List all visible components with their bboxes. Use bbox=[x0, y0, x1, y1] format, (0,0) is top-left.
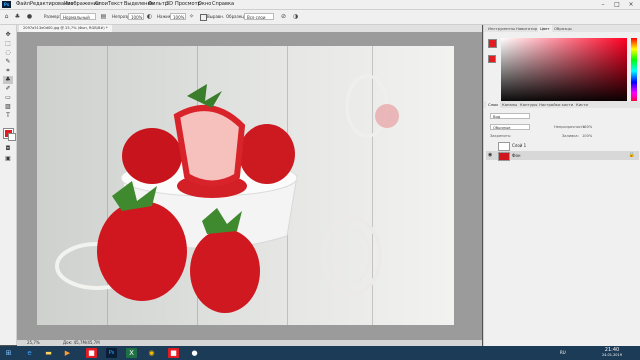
layer-thumbnail bbox=[498, 152, 510, 161]
strawberries-photo bbox=[55, 74, 399, 313]
menu-bar: Ps Файл Редактирование Изображение Слои … bbox=[0, 0, 640, 10]
clone-stamp-icon[interactable]: ♣ bbox=[14, 13, 21, 20]
tab-tools[interactable]: Инструменты bbox=[486, 25, 517, 32]
move-icon[interactable]: ✥ bbox=[3, 31, 13, 39]
marquee-icon[interactable]: ⬚ bbox=[3, 40, 13, 48]
tools-panel: ✥ ⬚ ◌ ✎ ⌗ ♣ ✐ ▭ ▨ T ◘ ▣ bbox=[0, 25, 17, 345]
menu-layers[interactable]: Слои bbox=[95, 1, 108, 8]
clock[interactable]: 21:40 24.01.2019 bbox=[602, 348, 622, 358]
obs-icon[interactable]: ● bbox=[189, 348, 200, 358]
eye-icon[interactable]: ◉ bbox=[488, 152, 492, 159]
align-checkbox[interactable] bbox=[200, 14, 207, 21]
color-panel-tabs: Инструменты Навигатор Цвет Образцы bbox=[484, 25, 640, 32]
opacity-panel-value[interactable]: 100% bbox=[582, 125, 592, 129]
gradient-icon[interactable]: ▨ bbox=[3, 103, 13, 111]
blend-mode-select[interactable]: Обычные bbox=[490, 124, 530, 130]
excel-icon[interactable]: X bbox=[126, 348, 137, 358]
photoshop-logo: Ps bbox=[2, 1, 11, 8]
tab-swatches[interactable]: Образцы bbox=[552, 25, 574, 32]
paint-icon[interactable]: ■ bbox=[86, 348, 97, 358]
lock-icon: 🔒 bbox=[628, 152, 635, 158]
menu-filter[interactable]: Фильтр bbox=[148, 1, 168, 8]
layer-row[interactable]: Слой 1 bbox=[486, 141, 639, 151]
start-icon[interactable]: ⊞ bbox=[3, 348, 14, 358]
layer-thumbnail bbox=[498, 142, 510, 151]
media-icon[interactable]: ▶ bbox=[62, 348, 73, 358]
tab-color[interactable]: Цвет bbox=[538, 25, 552, 32]
color-alert-swatch[interactable] bbox=[488, 55, 496, 63]
quick-select-icon[interactable]: ✎ bbox=[3, 58, 13, 66]
tab-brush-settings[interactable]: Настройки кисти bbox=[537, 101, 575, 108]
layer-filter-select[interactable]: Вид bbox=[490, 113, 530, 119]
pressure-size-icon[interactable]: ◑ bbox=[292, 13, 299, 20]
type-icon[interactable]: T bbox=[3, 112, 13, 120]
image-canvas[interactable] bbox=[37, 46, 454, 325]
chrome-icon[interactable]: ◉ bbox=[146, 348, 157, 358]
background-color-swatch[interactable] bbox=[8, 133, 16, 141]
layer-row-selected[interactable]: ◉ Фон 🔒 bbox=[486, 151, 639, 161]
align-label: Выравн. bbox=[207, 14, 225, 19]
explorer-icon[interactable]: ▬ bbox=[43, 348, 54, 358]
options-bar: ⌂ ♣ ● Размер: Нормальный ▤ Непрозр.: 100… bbox=[0, 10, 640, 25]
lock-label: Закрепить: bbox=[490, 134, 512, 138]
close-icon[interactable]: × bbox=[624, 0, 638, 9]
layers-panel-tabs: Слои Каналы Контуры Настройки кисти Кист… bbox=[484, 101, 640, 108]
pressure-opacity-icon[interactable]: ◐ bbox=[146, 13, 153, 20]
menu-help[interactable]: Справка bbox=[212, 1, 234, 8]
crop-icon[interactable]: ⌗ bbox=[3, 67, 13, 75]
menu-text[interactable]: Текст bbox=[108, 1, 123, 8]
quick-mask-icon[interactable]: ◘ bbox=[3, 145, 13, 153]
lasso-icon[interactable]: ◌ bbox=[3, 49, 13, 57]
ignore-adjust-icon[interactable]: ⊘ bbox=[280, 13, 287, 20]
tab-navigator[interactable]: Навигатор bbox=[514, 25, 539, 32]
windows-taskbar: ⊞ e ▬ ▶ ■ Ps X ◉ ■ ● RU 21:40 24.01.2019 bbox=[0, 346, 640, 360]
sample-label: Образец: bbox=[226, 14, 246, 19]
menu-file[interactable]: Файл bbox=[16, 1, 30, 8]
tab-layers[interactable]: Слои bbox=[486, 101, 500, 108]
ie-icon[interactable]: e bbox=[24, 348, 35, 358]
menu-view[interactable]: Просмотр bbox=[175, 1, 201, 8]
hue-slider[interactable] bbox=[631, 38, 637, 104]
fill-value[interactable]: 100% bbox=[582, 134, 592, 138]
size-label: Размер: bbox=[44, 14, 61, 19]
language-indicator[interactable]: RU bbox=[560, 350, 566, 355]
brush-toggle-icon[interactable]: ▤ bbox=[100, 13, 107, 20]
menu-3d[interactable]: 3D bbox=[166, 1, 173, 8]
screen-mode-icon[interactable]: ▣ bbox=[3, 155, 13, 163]
brush-preset-icon[interactable]: ● bbox=[26, 13, 33, 20]
opacity-input[interactable]: 100% bbox=[128, 13, 144, 20]
clone-stamp-tool-icon[interactable]: ♣ bbox=[3, 76, 13, 84]
layer-name: Фон bbox=[512, 153, 521, 158]
maximize-icon[interactable]: □ bbox=[610, 0, 624, 9]
document-tabbar: 2097a513e0d00.jpg @ 25,7% (Фон, RGB/8#) … bbox=[17, 25, 482, 32]
eraser-icon[interactable]: ▭ bbox=[3, 94, 13, 102]
menu-window[interactable]: Окно bbox=[198, 1, 211, 8]
home-icon[interactable]: ⌂ bbox=[3, 13, 10, 20]
tab-channels[interactable]: Каналы bbox=[500, 101, 519, 108]
fill-label: Заливка: bbox=[562, 134, 579, 138]
clock-date: 24.01.2019 bbox=[601, 353, 622, 357]
right-panels: Инструменты Навигатор Цвет Образцы Слои … bbox=[483, 25, 640, 346]
color-picker-field[interactable] bbox=[501, 38, 627, 104]
airbrush-icon[interactable]: ✧ bbox=[188, 13, 195, 20]
tab-brushes[interactable]: Кисти bbox=[574, 101, 590, 108]
sample-select[interactable]: Все слои bbox=[244, 13, 274, 20]
document-tab[interactable]: 2097a513e0d00.jpg @ 25,7% (Фон, RGB/8#) … bbox=[19, 25, 112, 32]
color-fg-swatch[interactable] bbox=[488, 39, 497, 48]
layer-name: Слой 1 bbox=[512, 143, 527, 148]
flow-input[interactable]: 100% bbox=[170, 13, 186, 20]
minimize-icon[interactable]: – bbox=[596, 0, 610, 9]
brush-icon[interactable]: ✐ bbox=[3, 85, 13, 93]
photoshop-icon[interactable]: Ps bbox=[106, 348, 117, 358]
paint-icon[interactable]: ■ bbox=[168, 348, 179, 358]
size-select[interactable]: Нормальный bbox=[60, 13, 96, 20]
